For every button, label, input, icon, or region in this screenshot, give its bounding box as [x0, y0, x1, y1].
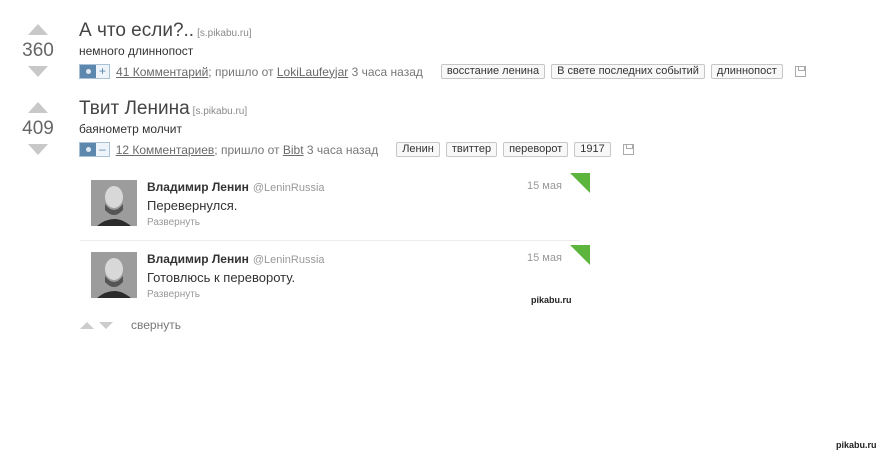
image-watermark: pikabu.ru — [531, 295, 572, 305]
post-time: 3 часа назад — [306, 142, 379, 157]
post-title[interactable]: Твит Ленина — [79, 98, 190, 119]
comments-link[interactable]: 12 Комментариев — [116, 143, 215, 157]
post-meta: – 12 Комментариев ; пришло от Bibt 3 час… — [79, 142, 634, 157]
post-description: немного длиннопост — [79, 44, 194, 58]
tweet-divider — [80, 240, 580, 241]
save-icon[interactable] — [794, 66, 806, 77]
author-link[interactable]: Bibt — [283, 143, 304, 157]
collapse-link[interactable]: свернуть — [131, 318, 181, 332]
post-source[interactable]: [s.pikabu.ru] — [197, 28, 251, 39]
post-title[interactable]: А что если?.. — [79, 20, 194, 41]
tweet-handle[interactable]: @LeninRussia — [253, 182, 325, 194]
avatar-portrait-icon — [91, 252, 137, 298]
post-time: 3 часа назад — [351, 64, 423, 79]
vote-up-icon[interactable] — [28, 102, 48, 113]
camera-icon — [80, 65, 96, 78]
post-meta: + 41 Комментарий ; пришло от LokiLaufeyj… — [79, 64, 806, 79]
tag[interactable]: длиннопост — [710, 64, 783, 79]
tag[interactable]: восстание ленина — [440, 64, 546, 79]
tweet-text: Готовлюсь к перевороту. — [147, 270, 296, 285]
twitter-corner-icon — [570, 173, 590, 193]
post-rating: 409 — [22, 118, 54, 139]
post-description: баянометр молчит — [79, 122, 182, 136]
tweet-text: Перевернулся. — [147, 198, 238, 213]
tag[interactable]: твиттер — [445, 142, 498, 157]
tweet-date[interactable]: 15 мая — [527, 252, 562, 264]
tweet-date[interactable]: 15 мая — [527, 180, 562, 192]
avatar — [91, 180, 137, 226]
vote-up-icon[interactable] — [28, 24, 48, 35]
vote-block: 409 — [20, 102, 56, 155]
tag[interactable]: Ленин — [396, 142, 440, 157]
tweet-author: Владимир Ленин @LeninRussia — [147, 252, 325, 266]
camera-icon — [80, 143, 96, 156]
tweet-expand-link[interactable]: Развернуть — [147, 289, 200, 300]
tweet-handle[interactable]: @LeninRussia — [253, 254, 325, 266]
post-source[interactable]: [s.pikabu.ru] — [193, 106, 247, 117]
save-icon[interactable] — [622, 144, 634, 155]
tag-list: Ленин твиттер переворот 1917 — [390, 142, 611, 157]
avatar — [91, 252, 137, 298]
tag[interactable]: В свете последних событий — [551, 64, 705, 79]
vote-down-icon[interactable] — [28, 144, 48, 155]
tag-list: восстание ленина В свете последних событ… — [435, 64, 783, 79]
page-watermark: pikabu.ru — [836, 440, 877, 450]
tweet-expand-link[interactable]: Развернуть — [147, 217, 200, 228]
tweet-author-name[interactable]: Владимир Ленин — [147, 180, 249, 194]
vote-block: 360 — [20, 24, 56, 77]
tweet-author: Владимир Ленин @LeninRussia — [147, 180, 325, 194]
tag[interactable]: 1917 — [574, 142, 611, 157]
twitter-corner-icon — [570, 245, 590, 265]
photo-toggle-button[interactable]: + — [79, 64, 111, 79]
tag[interactable]: переворот — [503, 142, 569, 157]
collapse-row: свернуть — [80, 318, 181, 332]
avatar-portrait-icon — [91, 180, 137, 226]
from-label: ; пришло от — [214, 142, 280, 157]
post-title-row: А что если?.. [s.pikabu.ru] — [79, 20, 252, 42]
from-label: ; пришло от — [208, 64, 274, 79]
post-title-row: Твит Ленина [s.pikabu.ru] — [79, 98, 247, 120]
post-rating: 360 — [22, 40, 54, 61]
vote-down-icon[interactable] — [99, 321, 113, 329]
comments-link[interactable]: 41 Комментарий — [116, 65, 208, 79]
tweet-author-name[interactable]: Владимир Ленин — [147, 252, 249, 266]
vote-down-icon[interactable] — [28, 66, 48, 77]
photo-toggle-button[interactable]: – — [79, 142, 110, 157]
author-link[interactable]: LokiLaufeyjar — [277, 65, 348, 79]
vote-up-icon[interactable] — [80, 321, 94, 329]
